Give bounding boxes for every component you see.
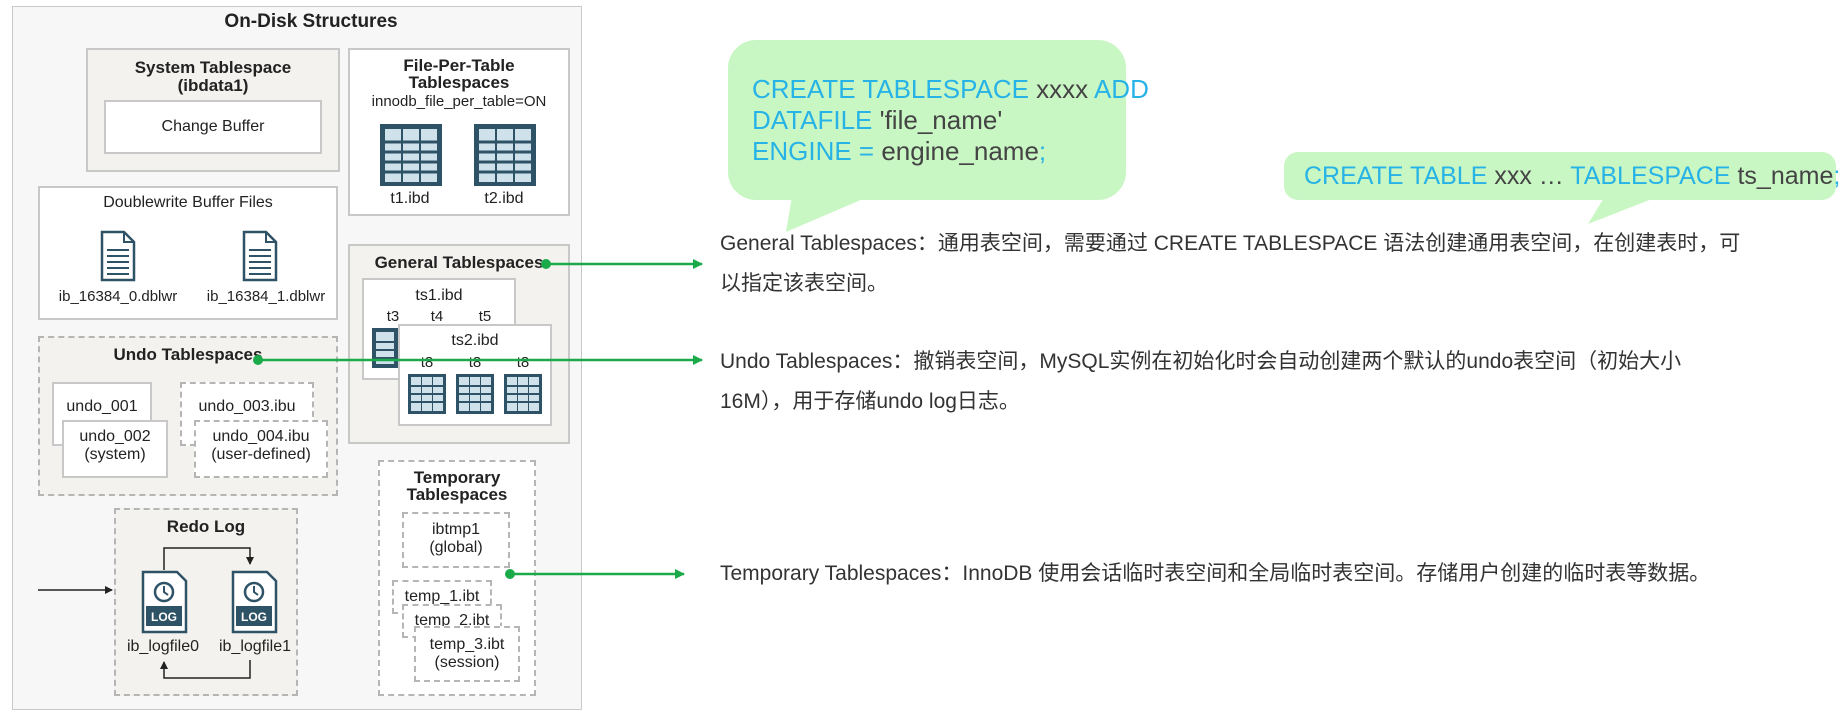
create-table-code: CREATE TABLE xxx … TABLESPACE ts_name; [1304, 162, 1841, 190]
general-description-line-1: General Tablespaces：通用表空间，需要通过 CREATE TA… [720, 232, 1741, 255]
undo-description-line-1: Undo Tablespaces：撤销表空间，MySQL实例在初始化时会自动创建… [720, 350, 1682, 373]
t1-table-icon [380, 124, 442, 186]
general-description-line-2: 以指定该表空间。 [720, 272, 888, 295]
create-tablespace-line-2: DATAFILE 'file_name' [752, 105, 1003, 135]
ts2-table-icon-2 [456, 374, 494, 414]
ts1-table-icon [372, 328, 398, 368]
t2-table-icon [474, 124, 536, 186]
undo-description-line-2: 16M），用于存储undo log日志。 [720, 390, 1020, 413]
svg-text:LOG: LOG [151, 610, 177, 624]
general-pointer-arrow [541, 259, 703, 269]
temporary-pointer-arrow [505, 569, 685, 579]
create-tablespace-line-1: CREATE TABLESPACE xxxx ADD [752, 74, 1149, 104]
document-icon-1 [242, 230, 278, 282]
ts2-table-icon-3 [504, 374, 542, 414]
document-icon-0 [100, 230, 136, 282]
undo-pointer-arrow [253, 355, 703, 365]
svg-text:LOG: LOG [241, 610, 267, 624]
temporary-description: Temporary Tablespaces：InnoDB 使用会话临时表空间和全… [720, 562, 1711, 585]
ts2-table-icon-1 [408, 374, 446, 414]
create-tablespace-line-3: ENGINE = engine_name; [752, 136, 1047, 166]
log-file-icon-0: LOG [141, 570, 188, 634]
log-file-icon-1: LOG [231, 570, 278, 634]
